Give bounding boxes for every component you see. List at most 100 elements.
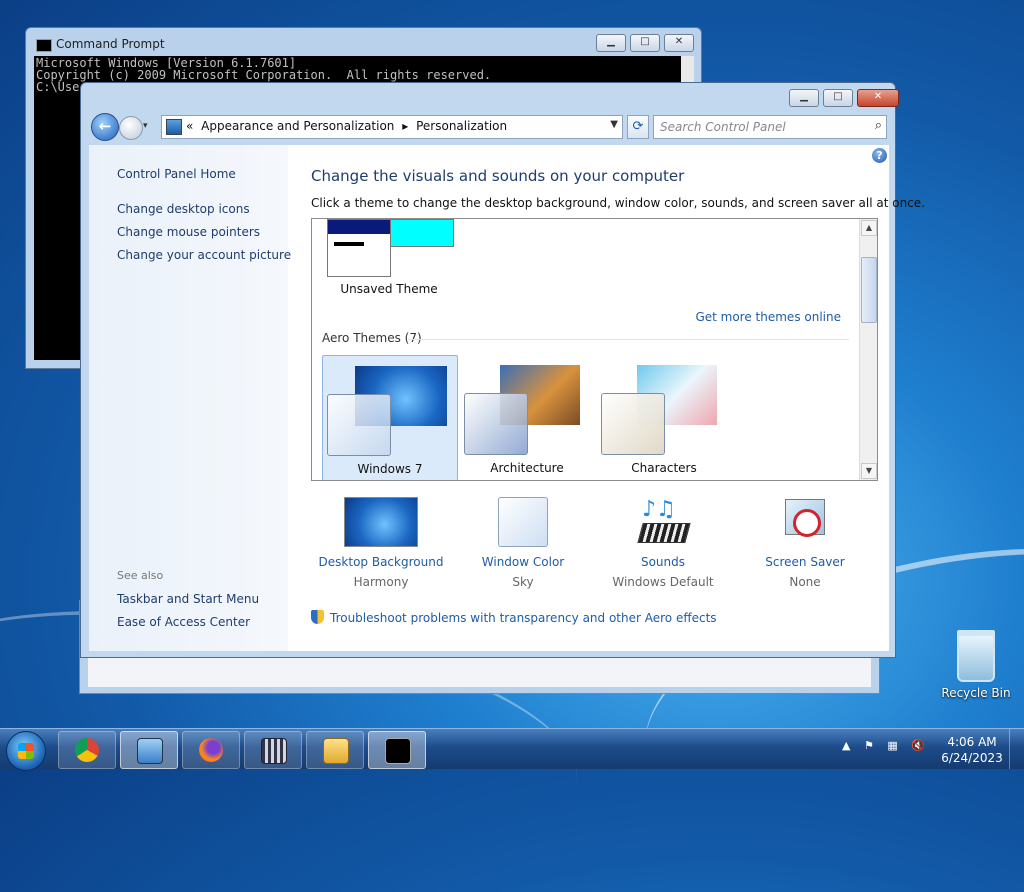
show-hidden-icons-icon[interactable]: ▲ [842, 739, 850, 752]
taskbar: ▲ ⚑ ▦ 🔇 4:06 AM 6/24/2023 [0, 728, 1024, 771]
personalization-window[interactable]: ▁ □ ✕ ← ▾ « Appearance and Personalizati… [80, 82, 925, 658]
cmd-minimize-button[interactable]: ▁ [596, 34, 626, 52]
change-desktop-icons-link[interactable]: Change desktop icons [117, 202, 250, 216]
console-line: Copyright (c) 2009 Microsoft Corporation… [36, 68, 492, 82]
start-button[interactable] [6, 731, 46, 771]
system-clock[interactable]: 4:06 AM 6/24/2023 [940, 734, 1004, 766]
taskbar-control-panel[interactable] [120, 731, 178, 769]
search-placeholder: Search Control Panel [660, 120, 786, 134]
maximize-button[interactable]: □ [823, 89, 853, 107]
theme-label: Architecture [490, 461, 564, 475]
taskbar-firefox[interactable] [182, 731, 240, 769]
recycle-bin-label: Recycle Bin [941, 686, 1011, 700]
desktop-background-icon[interactable] [344, 497, 418, 547]
theme-label: Windows 7 [357, 462, 423, 476]
taskbar-command-prompt[interactable] [368, 731, 426, 769]
breadcrumb-personalization[interactable]: Personalization [416, 119, 507, 133]
notification-area: ▲ ⚑ ▦ 🔇 [842, 739, 935, 752]
control-panel-icon [137, 738, 163, 764]
help-icon[interactable]: ? [872, 148, 887, 163]
keyboard-icon [261, 738, 287, 764]
change-account-picture-link[interactable]: Change your account picture [117, 248, 291, 262]
theme-gallery-scrollbar[interactable]: ▲ ▼ [859, 219, 877, 480]
troubleshoot-label: Troubleshoot problems with transparency … [330, 611, 717, 625]
navigation-bar: ← ▾ « Appearance and Personalization ▸ P… [91, 113, 887, 141]
theme-architecture[interactable]: Architecture [460, 355, 594, 479]
see-also-heading: See also [117, 569, 164, 582]
scroll-thumb[interactable] [861, 257, 877, 323]
address-bar[interactable]: « Appearance and Personalization ▸ Perso… [161, 115, 623, 139]
recycle-bin-icon [957, 630, 995, 682]
close-button[interactable]: ✕ [857, 89, 899, 107]
network-icon[interactable]: ▦ [887, 739, 897, 752]
scroll-down-arrow-icon[interactable]: ▼ [861, 463, 877, 479]
recent-pages-dropdown-icon[interactable]: ▾ [143, 121, 148, 131]
windows-flag-icon [18, 743, 34, 759]
unsaved-theme-color-swatch [390, 219, 454, 247]
theme-windows-7[interactable]: Windows 7 [322, 355, 458, 480]
change-mouse-pointers-link[interactable]: Change mouse pointers [117, 225, 260, 239]
ease-of-access-link[interactable]: Ease of Access Center [117, 615, 250, 629]
screen-saver-icon[interactable] [781, 497, 829, 547]
folder-icon [323, 738, 349, 764]
taskbar-chrome[interactable] [58, 731, 116, 769]
theme-glass-preview [464, 393, 528, 455]
screen-saver-value: None [789, 575, 821, 589]
search-icon[interactable]: ⌕ [875, 118, 882, 133]
cmd-close-button[interactable]: ✕ [664, 34, 694, 52]
desktop-background-value: Harmony [353, 575, 409, 589]
window-client-area: Control Panel Home Change desktop icons … [89, 145, 925, 651]
back-button[interactable]: ← [91, 113, 119, 141]
theme-glass-preview [327, 394, 391, 456]
cmd-icon [385, 738, 411, 764]
get-more-themes-link[interactable]: Get more themes online [695, 310, 841, 324]
minimize-button[interactable]: ▁ [789, 89, 819, 107]
recycle-bin-desktop-icon[interactable]: Recycle Bin [940, 630, 1012, 700]
action-center-icon[interactable]: ⚑ [864, 739, 874, 752]
uac-shield-icon [311, 610, 324, 624]
sounds-item[interactable]: ♪♫ Sounds Windows Default [593, 497, 733, 589]
troubleshoot-aero-link[interactable]: Troubleshoot problems with transparency … [311, 610, 717, 625]
theme-gallery[interactable]: Unsaved Theme Get more themes online Aer… [311, 218, 878, 481]
sounds-icon[interactable]: ♪♫ [637, 497, 691, 547]
breadcrumb-appearance[interactable]: Appearance and Personalization [201, 119, 394, 133]
refresh-button[interactable]: ⟳ [627, 115, 649, 139]
control-panel-icon [166, 119, 182, 135]
breadcrumb-overflow[interactable]: « [186, 119, 193, 133]
window-color-value: Sky [512, 575, 534, 589]
cmd-window-title: Command Prompt [56, 37, 165, 51]
task-pane: Control Panel Home Change desktop icons … [89, 145, 291, 651]
cmd-window-icon [36, 39, 52, 52]
theme-glass-preview [601, 393, 665, 455]
chrome-icon [75, 738, 99, 762]
screen-saver-link[interactable]: Screen Saver [735, 555, 875, 569]
breadcrumb-separator[interactable]: ▸ [402, 119, 408, 133]
theme-characters[interactable]: Characters [597, 355, 731, 479]
clock-time: 4:06 AM [947, 735, 997, 749]
window-color-icon[interactable] [498, 497, 548, 547]
cmd-maximize-button[interactable]: □ [630, 34, 660, 52]
control-panel-home-link[interactable]: Control Panel Home [117, 167, 236, 181]
taskbar-explorer[interactable] [306, 731, 364, 769]
scroll-up-arrow-icon[interactable]: ▲ [861, 220, 877, 236]
theme-label: Characters [631, 461, 697, 475]
desktop-background-item[interactable]: Desktop Background Harmony [311, 497, 451, 589]
forward-button[interactable] [119, 116, 143, 140]
sounds-link[interactable]: Sounds [593, 555, 733, 569]
clock-date: 6/24/2023 [941, 751, 1003, 765]
window-color-link[interactable]: Window Color [453, 555, 593, 569]
taskbar-on-screen-keyboard[interactable] [244, 731, 302, 769]
page-title: Change the visuals and sounds on your co… [311, 167, 685, 185]
unsaved-theme-label[interactable]: Unsaved Theme [324, 282, 454, 296]
show-desktop-button[interactable] [1009, 729, 1024, 769]
volume-muted-icon[interactable]: 🔇 [911, 739, 925, 752]
taskbar-start-menu-link[interactable]: Taskbar and Start Menu [117, 592, 259, 606]
desktop-background-link[interactable]: Desktop Background [311, 555, 451, 569]
unsaved-theme-thumbnail[interactable] [327, 219, 391, 277]
group-divider [408, 339, 849, 340]
aero-themes-group-title: Aero Themes (7) [322, 331, 422, 345]
address-dropdown-icon[interactable]: ▼ [610, 119, 618, 130]
search-input[interactable]: Search Control Panel ⌕ [653, 115, 887, 139]
screen-saver-item[interactable]: Screen Saver None [735, 497, 875, 589]
window-color-item[interactable]: Window Color Sky [453, 497, 593, 589]
